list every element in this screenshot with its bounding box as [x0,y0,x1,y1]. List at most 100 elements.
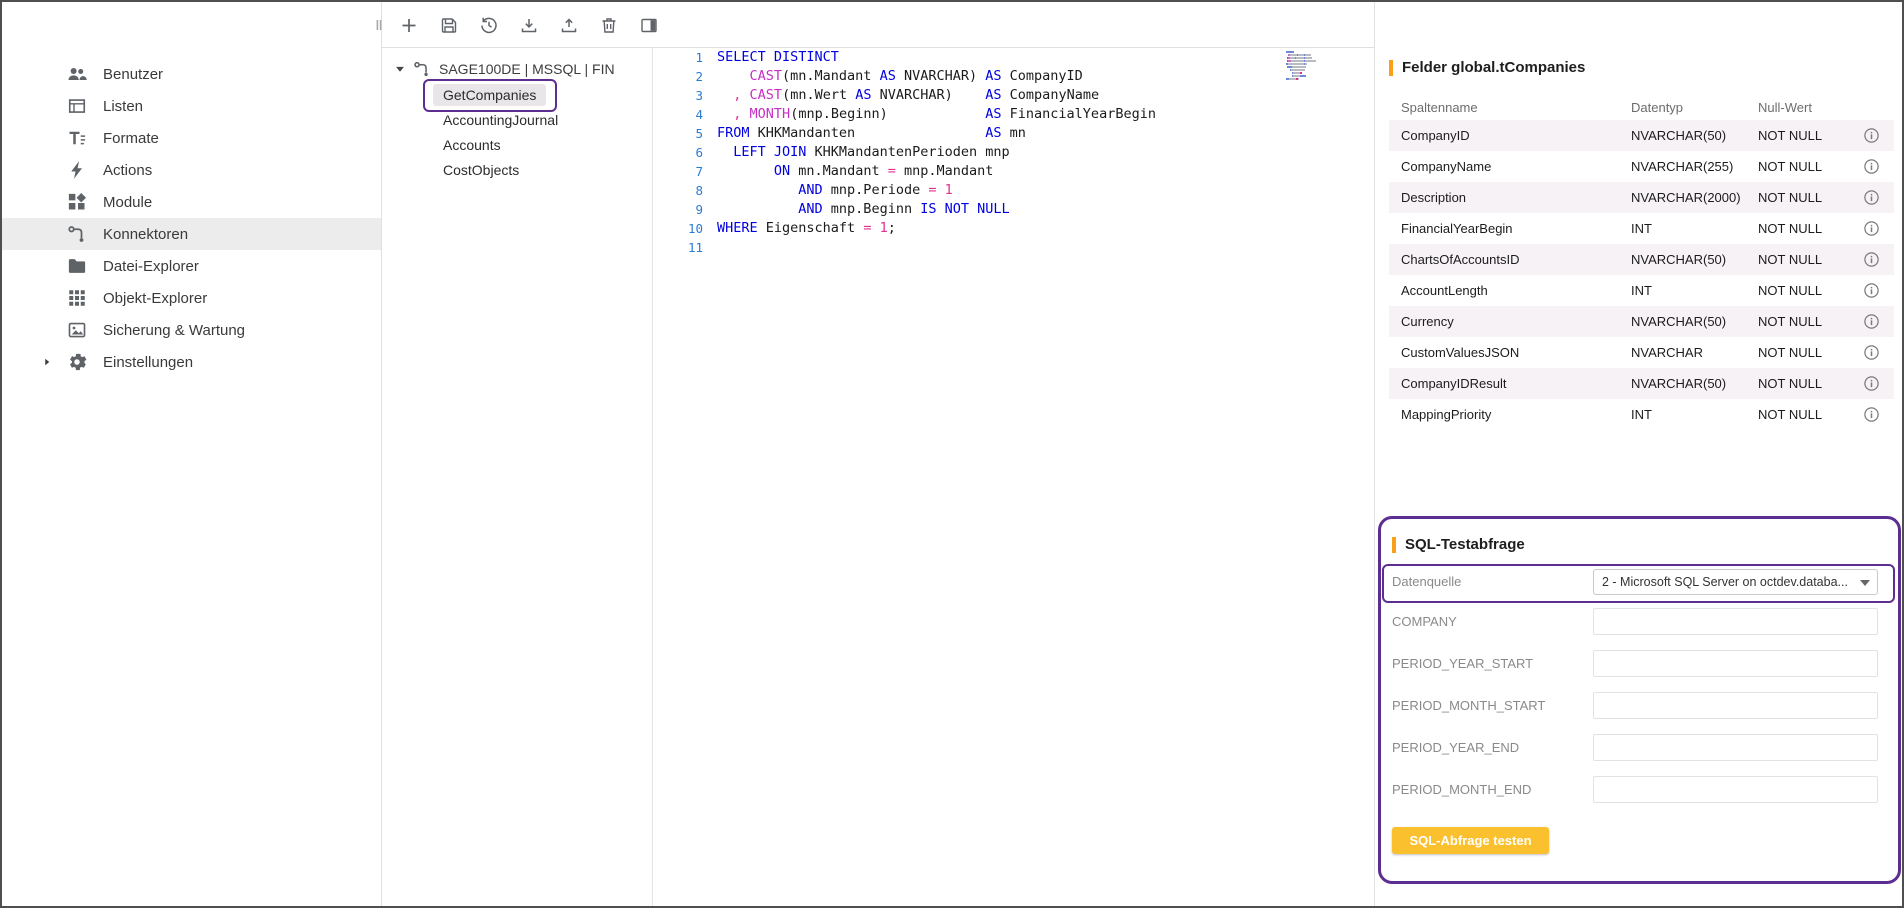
code-line: 8 AND mnp.Periode = 1 [653,181,1374,200]
info-icon[interactable] [1863,313,1880,330]
tree-item-label: Accounts [433,134,511,156]
save-icon [439,15,459,35]
datasource-select[interactable]: 2 - Microsoft SQL Server on octdev.datab… [1593,569,1878,595]
tree-root-item[interactable]: SAGE100DE | MSSQL | FIN [382,56,652,82]
field-type: NVARCHAR [1619,337,1746,368]
tree-root-label: SAGE100DE | MSSQL | FIN [439,61,615,77]
field-row-companyidresult: CompanyIDResultNVARCHAR(50)NOT NULL [1389,368,1894,399]
download-icon [519,15,539,35]
param-label: PERIOD_YEAR_END [1392,740,1519,755]
param-input-period-year-end[interactable] [1593,734,1878,761]
info-icon[interactable] [1863,127,1880,144]
info-icon[interactable] [1863,375,1880,392]
code-lines: 1SELECT DISTINCT2 CAST(mn.Mandant AS NVA… [653,48,1374,257]
field-null: NOT NULL [1746,151,1842,182]
field-row-financialyearbegin: FinancialYearBeginINTNOT NULL [1389,213,1894,244]
right-panel: Felder global.tCompanies SpaltennameDate… [1374,2,1904,906]
folder-icon [67,256,87,276]
sidebar-item-label: Objekt-Explorer [103,290,207,307]
sidebar-item-label: Konnektoren [103,226,188,243]
plus-icon [399,15,419,35]
info-icon[interactable] [1863,282,1880,299]
backup-icon [67,320,87,340]
sidebar-item-listen[interactable]: Listen [2,90,381,122]
editor-minimap[interactable] [1286,51,1358,84]
upload-button[interactable] [552,8,586,42]
tree-item-accountingjournal[interactable]: AccountingJournal [382,107,652,132]
column-header-info [1842,94,1894,120]
dropdown-caret-icon [1860,580,1870,586]
field-type: NVARCHAR(2000) [1619,182,1746,213]
param-input-company[interactable] [1593,608,1878,635]
sidebar-item-sicherung-wartung[interactable]: Sicherung & Wartung [2,314,381,346]
info-icon[interactable] [1863,189,1880,206]
sidebar: Benutzer ListenFormateActionsModule Konnek… [2,2,382,906]
sidebar-item-konnektoren[interactable]: Konnektoren [2,218,381,250]
sidebar-item-actions[interactable]: Actions [2,154,381,186]
fields-table-header-row: SpaltennameDatentypNull-Wert [1389,94,1894,120]
toolbar [382,2,1374,48]
field-null: NOT NULL [1746,244,1842,275]
code-line: 2 CAST(mn.Mandant AS NVARCHAR) AS Compan… [653,67,1374,86]
grid-icon [67,288,87,308]
module-icon [67,192,87,212]
line-number: 6 [653,143,717,162]
info-icon[interactable] [1863,251,1880,268]
param-row-company: COMPANY [1392,608,1890,635]
lightning-icon [67,160,87,180]
history-button[interactable] [472,8,506,42]
add-button[interactable] [392,8,426,42]
line-number: 3 [653,86,717,105]
field-null: NOT NULL [1746,368,1842,399]
tree-item-accounts[interactable]: Accounts [382,132,652,157]
info-icon[interactable] [1863,220,1880,237]
connector-icon [413,60,431,78]
sql-editor[interactable]: 1SELECT DISTINCT2 CAST(mn.Mandant AS NVA… [652,48,1374,906]
info-icon[interactable] [1863,344,1880,361]
sidebar-item-module[interactable]: Module [2,186,381,218]
param-row-period-year-start: PERIOD_YEAR_START [1392,650,1890,677]
test-panel-title: SQL-Testabfrage [1405,536,1525,553]
sidebar-item-datei-explorer[interactable]: Datei-Explorer [2,250,381,282]
column-header-spaltenname: Spaltenname [1389,94,1619,120]
sidebar-item-benutzer[interactable]: Benutzer [2,58,381,90]
param-label: COMPANY [1392,614,1457,629]
sidebar-item-formate[interactable]: Formate [2,122,381,154]
panel-layout-button[interactable] [632,8,666,42]
sidebar-item-einstellungen[interactable]: Einstellungen [2,346,381,378]
field-row-currency: CurrencyNVARCHAR(50)NOT NULL [1389,306,1894,337]
code-line: 5FROM KHKMandanten AS mn [653,124,1374,143]
sidebar-item-objekt-explorer[interactable]: Objekt-Explorer [2,282,381,314]
field-name: MappingPriority [1389,399,1619,430]
param-input-period-month-start[interactable] [1593,692,1878,719]
tree-item-costobjects[interactable]: CostObjects [382,157,652,182]
field-type: NVARCHAR(50) [1619,368,1746,399]
field-null: NOT NULL [1746,120,1842,151]
info-icon[interactable] [1863,406,1880,423]
panel-resize-handle-icon[interactable] [369,15,389,35]
accent-bar [1389,60,1393,76]
datasource-row: Datenquelle 2 - Microsoft SQL Server on … [1392,568,1890,596]
field-type: INT [1619,275,1746,306]
connector-icon [67,224,87,244]
param-input-period-month-end[interactable] [1593,776,1878,803]
test-sql-button[interactable]: SQL-Abfrage testen [1392,827,1549,854]
expand-caret-icon[interactable] [42,357,67,367]
info-icon[interactable] [1863,158,1880,175]
line-number: 7 [653,162,717,181]
sidebar-nav: Benutzer ListenFormateActionsModule Konnek… [2,58,381,378]
field-type: NVARCHAR(255) [1619,151,1746,182]
test-panel-header: SQL-Testabfrage [1392,536,1525,553]
download-button[interactable] [512,8,546,42]
param-label: PERIOD_MONTH_END [1392,782,1531,797]
field-name: Description [1389,182,1619,213]
line-number: 2 [653,67,717,86]
field-null: NOT NULL [1746,306,1842,337]
tree-item-getcompanies[interactable]: GetCompanies [382,82,652,107]
line-number: 1 [653,48,717,67]
line-number: 8 [653,181,717,200]
field-null: NOT NULL [1746,337,1842,368]
sidebar-item-label: Benutzer [103,66,163,83]
field-name: CompanyID [1389,120,1619,151]
param-input-period-year-start[interactable] [1593,650,1878,677]
